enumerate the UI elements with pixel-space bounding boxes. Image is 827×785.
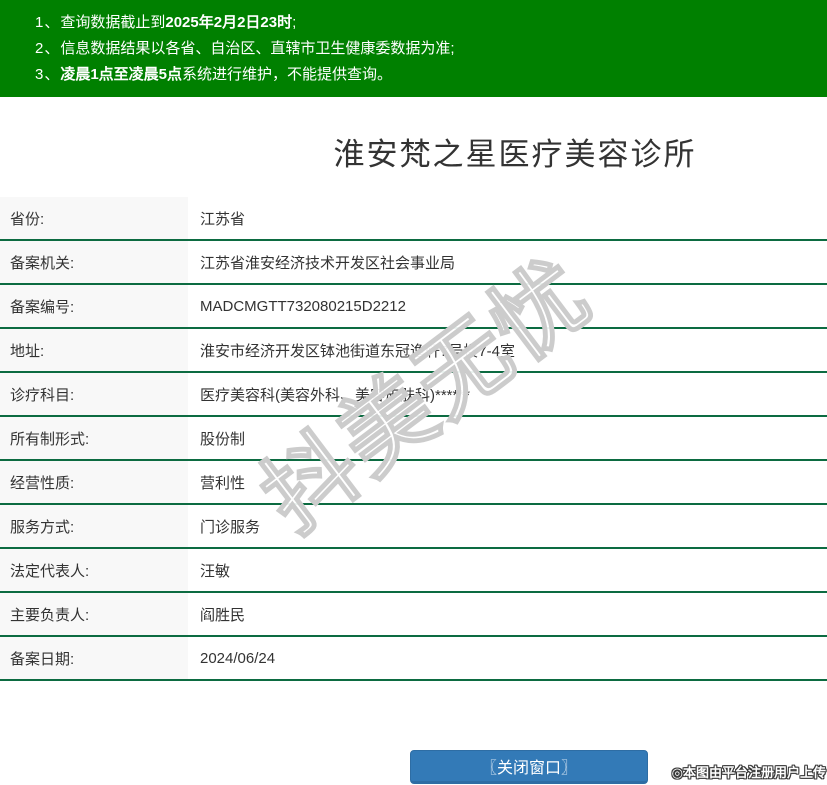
close-window-button[interactable]: 〖关闭窗口〗 [410,750,648,784]
table-row: 备案日期: 2024/06/24 [0,637,827,681]
table-row: 法定代表人: 汪敏 [0,549,827,593]
content-column: 淮安梵之星医疗美容诊所 [0,129,827,174]
upload-attribution-text: ◎本图由平台注册用户上传 [671,765,826,780]
notice-line-text: 查询数据截止到 [60,14,166,31]
table-row: 备案机关: 江苏省淮安经济技术开发区社会事业局 [0,241,827,285]
row-label: 主要负责人: [0,593,188,635]
row-value: 营利性 [200,474,246,492]
notice-line-text: 系统进行维护，不能提供查询。 [182,66,393,83]
table-row: 诊疗科目: 医疗美容科(美容外科、美容皮肤科)****** [0,373,827,417]
table-row: 主要负责人: 阎胜民 [0,593,827,637]
table-row: 服务方式: 门诊服务 [0,505,827,549]
row-value: 门诊服务 [200,518,261,536]
row-label: 备案机关: [0,241,188,283]
row-label: 备案日期: [0,637,188,679]
notice-line-number: 3、 [35,66,61,83]
table-row: 经营性质: 营利性 [0,461,827,505]
row-value: 医疗美容科(美容外科、美容皮肤科)****** [200,386,471,404]
notice-banner: 1、查询数据截止到2025年2月2日23时; 2、信息数据结果以各省、自治区、直… [0,0,827,97]
page-title: 淮安梵之星医疗美容诊所 [333,137,697,172]
notice-line-number: 2、 [35,40,61,57]
row-value: 江苏省淮安经济技术开发区社会事业局 [200,254,456,272]
table-row: 备案编号: MADCMGTT732080215D2212 [0,285,827,329]
row-value: 江苏省 [200,210,246,228]
table-row: 省份: 江苏省 [0,197,827,241]
row-value: 2024/06/24 [200,649,276,667]
notice-line-2: 2、信息数据结果以各省、自治区、直辖市卫生健康委数据为准; [35,36,827,62]
row-label: 经营性质: [0,461,188,503]
row-value: MADCMGTT732080215D2212 [200,297,406,315]
row-label: 诊疗科目: [0,373,188,415]
notice-line-1: 1、查询数据截止到2025年2月2日23时; [35,10,827,36]
row-value: 阎胜民 [200,606,246,624]
row-label: 法定代表人: [0,549,188,591]
row-label: 所有制形式: [0,417,188,459]
table-row: 地址: 淮安市经济开发区钵池街道东冠逸轩7号楼7-4室 [0,329,827,373]
notice-line-text: 信息数据结果以各省、自治区、直辖市卫生健康委数据为准; [60,40,455,57]
row-label: 服务方式: [0,505,188,547]
row-label: 备案编号: [0,285,188,327]
row-value: 股份制 [200,430,246,448]
row-label: 省份: [0,197,188,239]
table-row: 所有制形式: 股份制 [0,417,827,461]
notice-line-bold: 凌晨1点至凌晨5点 [60,66,183,83]
notice-line-3: 3、凌晨1点至凌晨5点系统进行维护，不能提供查询。 [35,62,827,88]
row-value: 淮安市经济开发区钵池街道东冠逸轩7号楼7-4室 [200,342,516,360]
row-value: 汪敏 [200,562,231,580]
row-label: 地址: [0,329,188,371]
notice-line-number: 1、 [35,14,61,31]
record-info-table: 省份: 江苏省 备案机关: 江苏省淮安经济技术开发区社会事业局 备案编号: MA… [0,197,827,681]
notice-line-text: ; [292,14,297,31]
notice-line-bold: 2025年2月2日23时 [165,14,293,31]
